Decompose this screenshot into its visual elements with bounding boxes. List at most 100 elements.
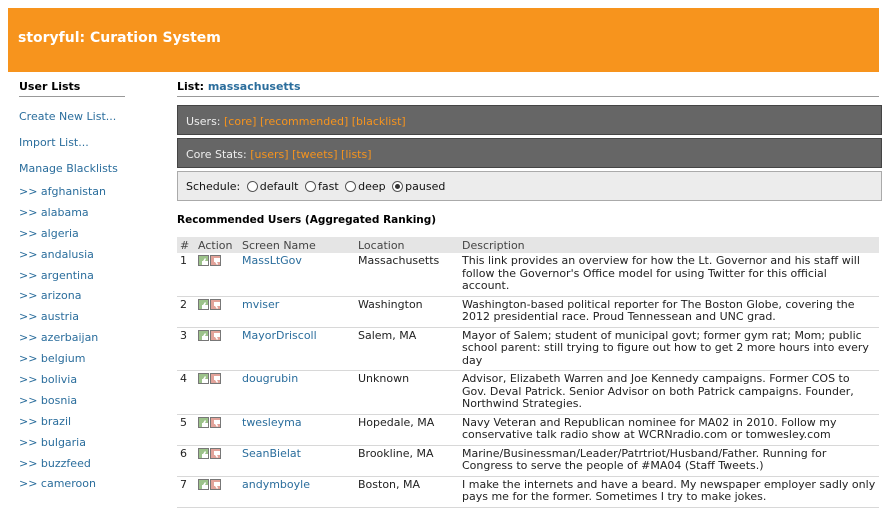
screen-name-link[interactable]: dougrubin: [242, 372, 298, 385]
list-item[interactable]: >> argentina: [19, 269, 125, 290]
list-item[interactable]: >> bolivia: [19, 373, 125, 394]
rank-cell: 6: [177, 445, 195, 477]
core-stats-label: Core Stats:: [186, 148, 247, 161]
stats-users-link[interactable]: [users]: [250, 148, 288, 161]
action-cell: [195, 445, 239, 477]
location-cell: Unknown: [355, 370, 459, 415]
thumbs-up-icon[interactable]: [198, 478, 209, 490]
list-item[interactable]: >> belgium: [19, 352, 125, 373]
users-bar-label: Users:: [186, 115, 221, 128]
list-item[interactable]: >> afghanistan: [19, 185, 125, 206]
column-header: Description: [459, 237, 879, 253]
thumbs-down-icon[interactable]: [210, 478, 221, 490]
schedule-radio-fast[interactable]: [304, 181, 316, 192]
table-row: 6 SeanBielat Brookline, MA Marine/Businessm…: [177, 445, 879, 477]
screen-name-link[interactable]: MassLtGov: [242, 254, 302, 267]
location-cell: Boston, MA: [355, 476, 459, 508]
schedule-option-label: paused: [405, 180, 446, 193]
thumbs-down-icon[interactable]: [210, 329, 221, 341]
recommended-heading: Recommended Users (Aggregated Ranking): [177, 214, 437, 226]
screen-name-cell: andymboyle: [239, 476, 355, 508]
app-title: storyful: Curation System: [18, 30, 221, 46]
schedule-option-label: deep: [358, 180, 386, 193]
thumbs-down-icon[interactable]: [210, 447, 221, 459]
list-item[interactable]: >> alabama: [19, 206, 125, 227]
rank-cell: 1: [177, 253, 195, 297]
list-item[interactable]: >> austria: [19, 310, 125, 331]
list-item[interactable]: >> buzzfeed: [19, 457, 125, 478]
screen-name-link[interactable]: twesleyma: [242, 416, 302, 429]
column-header: Screen Name: [239, 237, 355, 253]
main-content: List: massachusetts Users: [core] [recom…: [177, 80, 882, 508]
location-cell: Washington: [355, 296, 459, 328]
list-item[interactable]: >> bulgaria: [19, 436, 125, 457]
description-cell: Marine/Businessman/Leader/Patrtriot/Husb…: [459, 445, 879, 477]
sidebar: User Lists Create New List... Import Lis…: [19, 80, 125, 498]
rank-cell: 5: [177, 414, 195, 446]
location-cell: Brookline, MA: [355, 445, 459, 477]
create-list-link[interactable]: Create New List...: [19, 107, 125, 133]
thumbs-up-icon[interactable]: [198, 416, 209, 428]
location-cell: Massachusetts: [355, 253, 459, 297]
schedule-radio-deep[interactable]: [345, 181, 357, 192]
rank-cell: 2: [177, 296, 195, 328]
sidebar-actions: Create New List... Import List... Manage…: [19, 107, 125, 185]
screen-name-cell: MassLtGov: [239, 253, 355, 297]
thumbs-up-icon[interactable]: [198, 298, 209, 310]
thumbs-up-icon[interactable]: [198, 447, 209, 459]
list-item[interactable]: >> cameroon: [19, 477, 125, 498]
list-item[interactable]: >> arizona: [19, 289, 125, 310]
screen-name-cell: SeanBielat: [239, 445, 355, 477]
schedule-radio-paused[interactable]: [392, 181, 404, 192]
screen-name-link[interactable]: SeanBielat: [242, 447, 301, 460]
list-item[interactable]: >> azerbaijan: [19, 331, 125, 352]
action-cell: [195, 296, 239, 328]
screen-name-link[interactable]: andymboyle: [242, 478, 310, 491]
table-row: 4 dougrubin Unknown Advisor, Elizabeth Warr…: [177, 370, 879, 415]
recommended-users-table: # Action Screen Name Location Descriptio…: [177, 237, 879, 508]
import-list-link[interactable]: Import List...: [19, 133, 125, 159]
screen-name-link[interactable]: mviser: [242, 298, 279, 311]
thumbs-up-icon[interactable]: [198, 329, 209, 341]
core-link[interactable]: [core]: [224, 115, 256, 128]
list-name: massachusetts: [207, 80, 301, 93]
thumbs-up-icon[interactable]: [198, 255, 209, 266]
table-header-row: # Action Screen Name Location Descriptio…: [177, 237, 879, 253]
stats-lists-link[interactable]: [lists]: [341, 148, 371, 161]
column-header: Action: [195, 237, 239, 253]
users-bar: Users: [core] [recommended] [blacklist]: [177, 105, 882, 135]
rank-cell: 3: [177, 327, 195, 371]
description-cell: I make the internets and have a beard. M…: [459, 476, 879, 508]
location-cell: Hopedale, MA: [355, 414, 459, 446]
action-cell: [195, 476, 239, 508]
table-row: 1 MassLtGov Massachusetts This link provide…: [177, 253, 879, 297]
action-cell: [195, 414, 239, 446]
schedule-radio-default[interactable]: [246, 181, 258, 192]
core-stats-bar: Core Stats: [users] [tweets] [lists]: [177, 138, 882, 168]
list-item[interactable]: >> brazil: [19, 415, 125, 436]
thumbs-down-icon[interactable]: [210, 416, 221, 428]
stats-tweets-link[interactable]: [tweets]: [292, 148, 337, 161]
screen-name-cell: mviser: [239, 296, 355, 328]
list-item[interactable]: >> andalusia: [19, 248, 125, 269]
recommended-link[interactable]: [recommended]: [260, 115, 348, 128]
list-item[interactable]: >> bosnia: [19, 394, 125, 415]
description-cell: This link provides an overview for how t…: [459, 253, 879, 297]
column-header: #: [177, 237, 195, 253]
list-title: List: massachusetts: [177, 80, 879, 97]
manage-blacklists-link[interactable]: Manage Blacklists: [19, 159, 125, 185]
schedule-option-label: default: [259, 180, 299, 193]
blacklist-link[interactable]: [blacklist]: [352, 115, 406, 128]
schedule-option-label: fast: [317, 180, 339, 193]
screen-name-cell: twesleyma: [239, 414, 355, 446]
thumbs-down-icon[interactable]: [210, 255, 221, 266]
thumbs-up-icon[interactable]: [198, 373, 209, 384]
user-list-links: >> afghanistan >> alabama >> algeria >> …: [19, 185, 125, 498]
screen-name-link[interactable]: MayorDriscoll: [242, 329, 317, 342]
list-item[interactable]: >> algeria: [19, 227, 125, 248]
table-row: 2 mviser Washington Washington-based politi…: [177, 296, 879, 328]
location-cell: Salem, MA: [355, 327, 459, 371]
thumbs-down-icon[interactable]: [210, 298, 221, 310]
table-row: 3 MayorDriscoll Salem, MA Mayor of Salem; s…: [177, 327, 879, 371]
thumbs-down-icon[interactable]: [210, 373, 221, 384]
